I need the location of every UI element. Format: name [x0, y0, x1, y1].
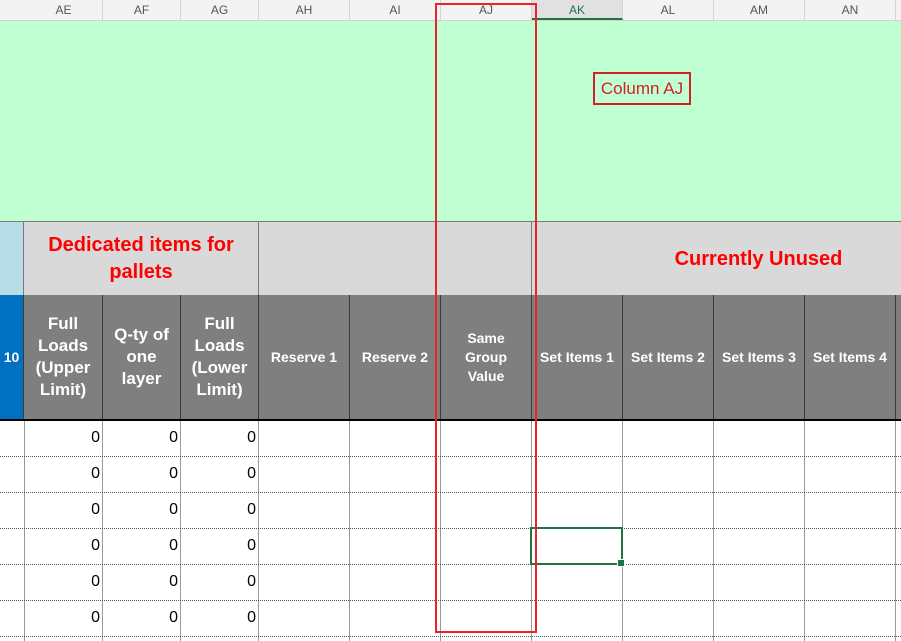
- column-header-row: AE AF AG AH AI AJ AK AL AM AN: [0, 0, 901, 21]
- row-divider: [0, 564, 901, 565]
- header-reserve-1[interactable]: Reserve 1: [259, 295, 350, 419]
- header-qty-one-layer-label: Q-ty of one layer: [114, 325, 169, 388]
- column-header-ak[interactable]: AK: [532, 0, 623, 20]
- header-full-loads-lower-label: Full Loads (Lower Limit): [191, 314, 248, 399]
- header-full-loads-lower[interactable]: Full Loads (Lower Limit): [181, 295, 259, 419]
- band-empty-cell[interactable]: [259, 222, 532, 295]
- grid-vline: [804, 421, 805, 641]
- header-reserve-1-label: Reserve 1: [270, 348, 338, 365]
- column-header-al[interactable]: AL: [623, 0, 714, 20]
- header-full-loads-upper[interactable]: Full Loads (Upper Limit): [24, 295, 103, 419]
- grid-vline: [24, 421, 25, 641]
- header-partial-left-label: 10: [3, 349, 20, 365]
- left-strip-cell[interactable]: [0, 222, 24, 295]
- column-header-ai[interactable]: AI: [350, 0, 441, 20]
- grid-vline: [180, 421, 181, 641]
- column-header-an[interactable]: AN: [805, 0, 896, 20]
- cell-ag[interactable]: 0: [180, 501, 256, 519]
- cell-ae[interactable]: 0: [24, 609, 100, 627]
- cell-ae[interactable]: 0: [24, 501, 100, 519]
- grid-vline: [258, 421, 259, 641]
- column-header-aj[interactable]: AJ: [441, 0, 532, 20]
- header-full-loads-upper-label: Full Loads (Upper Limit): [35, 314, 91, 399]
- cell-ag[interactable]: 0: [180, 609, 256, 627]
- header-set-items-2-label: Set Items 2: [631, 348, 705, 365]
- header-reserve-2-label: Reserve 2: [361, 348, 429, 365]
- grid-vline: [349, 421, 350, 641]
- header-partial-right[interactable]: [896, 295, 901, 419]
- cell-af[interactable]: 0: [102, 465, 178, 483]
- header-same-group-value[interactable]: Same Group Value: [441, 295, 532, 419]
- currently-unused-title: Currently Unused: [674, 248, 843, 270]
- cell-ae[interactable]: 0: [24, 429, 100, 447]
- active-cell-selection[interactable]: [530, 527, 625, 567]
- header-set-items-1[interactable]: Set Items 1: [532, 295, 623, 419]
- row-divider: [0, 456, 901, 457]
- dedicated-items-band[interactable]: Dedicated items for pallets: [24, 222, 259, 295]
- currently-unused-band[interactable]: Currently Unused: [532, 222, 901, 295]
- row-divider: [0, 600, 901, 601]
- cell-af[interactable]: 0: [102, 609, 178, 627]
- header-set-items-2[interactable]: Set Items 2: [623, 295, 714, 419]
- header-qty-one-layer[interactable]: Q-ty of one layer: [103, 295, 181, 419]
- column-header-af[interactable]: AF: [103, 0, 181, 20]
- header-set-items-1-label: Set Items 1: [540, 348, 614, 365]
- grid-vline: [440, 421, 441, 641]
- cell-ag[interactable]: 0: [180, 465, 256, 483]
- column-header-ae[interactable]: AE: [25, 0, 103, 20]
- column-header-ah[interactable]: AH: [259, 0, 350, 20]
- header-partial-left[interactable]: 10: [0, 295, 24, 419]
- row-divider: [0, 492, 901, 493]
- header-reserve-2[interactable]: Reserve 2: [350, 295, 441, 419]
- grid-vline: [102, 421, 103, 641]
- cell-ag[interactable]: 0: [180, 429, 256, 447]
- cell-ag[interactable]: 0: [180, 573, 256, 591]
- fill-handle[interactable]: [617, 559, 625, 567]
- grid-vline: [713, 421, 714, 641]
- cell-ae[interactable]: 0: [24, 465, 100, 483]
- row-divider: [0, 528, 901, 529]
- cell-af[interactable]: 0: [102, 537, 178, 555]
- row-divider: [0, 636, 901, 637]
- cell-af[interactable]: 0: [102, 501, 178, 519]
- cell-ag[interactable]: 0: [180, 537, 256, 555]
- header-bottom-border: [0, 419, 901, 421]
- column-header-am[interactable]: AM: [714, 0, 805, 20]
- column-aj-callout: Column AJ: [593, 72, 691, 105]
- cell-af[interactable]: 0: [102, 573, 178, 591]
- dedicated-items-title: Dedicated items for pallets: [48, 234, 234, 283]
- cell-af[interactable]: 0: [102, 429, 178, 447]
- cell-ae[interactable]: 0: [24, 573, 100, 591]
- header-set-items-4[interactable]: Set Items 4: [805, 295, 896, 419]
- header-set-items-4-label: Set Items 4: [813, 348, 887, 365]
- column-header-ag[interactable]: AG: [181, 0, 259, 20]
- header-set-items-3-label: Set Items 3: [722, 348, 796, 365]
- green-merged-area[interactable]: [0, 21, 901, 222]
- header-set-items-3[interactable]: Set Items 3: [714, 295, 805, 419]
- cell-ae[interactable]: 0: [24, 537, 100, 555]
- header-same-group-value-label: Same Group Value: [465, 329, 507, 384]
- grid-vline: [895, 421, 896, 641]
